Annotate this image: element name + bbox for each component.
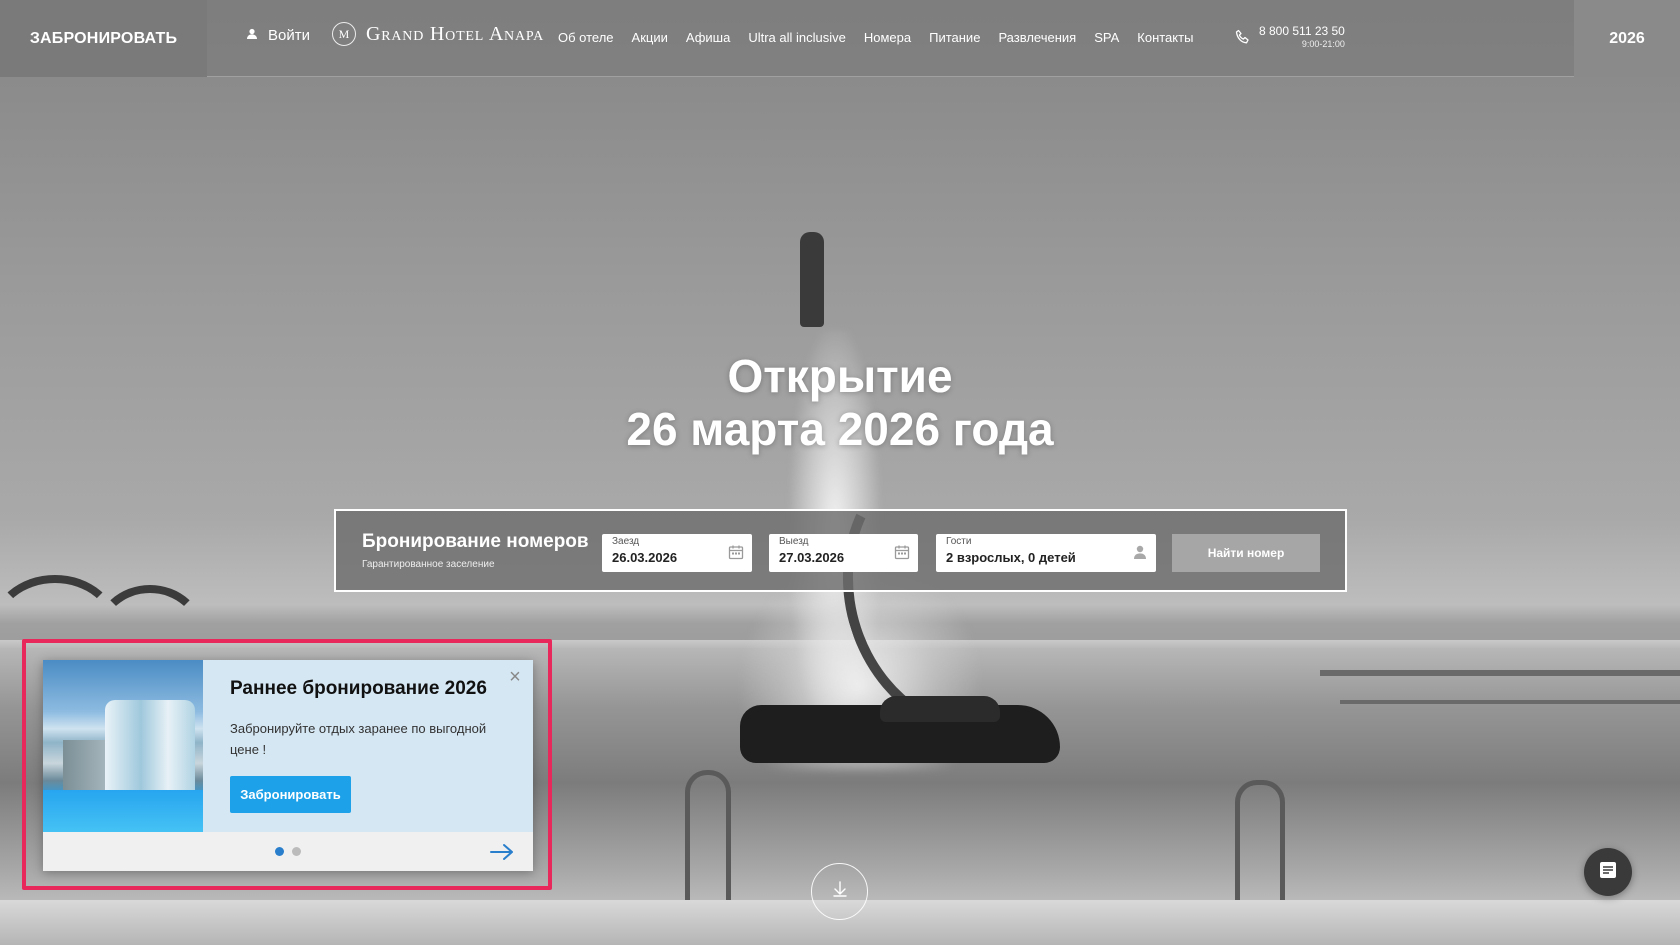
logo-text: Grand Hotel Anapa (366, 22, 545, 45)
photo-building (105, 700, 195, 795)
nav-item-contacts[interactable]: Контакты (1137, 30, 1193, 45)
arrow-right-icon[interactable] (489, 842, 515, 862)
nav-item-about[interactable]: Об отеле (558, 30, 614, 45)
checkin-value: 26.03.2026 (612, 550, 678, 565)
checkin-label: Заезд (612, 536, 640, 547)
slide-dot-2[interactable] (292, 847, 301, 856)
guests-label: Гости (946, 536, 972, 547)
user-icon (246, 27, 258, 44)
calendar-icon[interactable] (728, 544, 744, 560)
nav-item-rooms[interactable]: Номера (864, 30, 911, 45)
promo-book-button[interactable]: Забронировать (230, 776, 351, 813)
photo-pool (43, 790, 203, 832)
find-room-button[interactable]: Найти номер (1172, 534, 1320, 572)
slide-dots (275, 847, 301, 856)
login-label: Войти (268, 27, 310, 44)
arrow-down-icon (831, 880, 849, 903)
checkout-value: 27.03.2026 (779, 550, 845, 565)
pool-ladder (1235, 780, 1285, 910)
phone-hours: 9:00-21:00 (1301, 39, 1345, 49)
early-booking-popup: Раннее бронирование 2026 Забронируйте от… (43, 660, 533, 871)
chat-icon (1598, 860, 1618, 885)
booking-subtitle: Гарантированное заселение (362, 559, 495, 570)
nav-item-offers[interactable]: Акции (632, 30, 668, 45)
nav-item-dining[interactable]: Питание (929, 30, 980, 45)
pier-rail (1340, 700, 1680, 704)
booking-title: Бронирование номеров (362, 531, 589, 552)
calendar-icon[interactable] (894, 544, 910, 560)
checkin-field[interactable]: Заезд 26.03.2026 (602, 534, 752, 572)
main-nav: Об отеле Акции Афиша Ultra all inclusive… (558, 30, 1193, 45)
year-button[interactable]: 2026 (1574, 0, 1680, 77)
guests-field[interactable]: Гости 2 взрослых, 0 детей (936, 534, 1156, 572)
hero-headline: Открытие 26 марта 2026 года (440, 350, 1240, 456)
pool-ladder (685, 770, 731, 900)
chat-button[interactable] (1584, 848, 1632, 896)
book-now-button[interactable]: ЗАБРОНИРОВАТЬ (0, 0, 207, 77)
nav-item-spa[interactable]: SPA (1094, 30, 1119, 45)
close-icon[interactable]: × (505, 667, 525, 687)
phone-icon (1235, 29, 1251, 50)
slide-dot-1[interactable] (275, 847, 284, 856)
pier (1320, 670, 1680, 676)
promo-content: Раннее бронирование 2026 Забронируйте от… (43, 660, 533, 832)
logo-mark: M (332, 22, 356, 46)
headline-line-1: Открытие (727, 350, 953, 402)
scroll-down-button[interactable] (811, 863, 868, 920)
nav-item-entertainment[interactable]: Развлечения (998, 30, 1076, 45)
top-bar: ЗАБРОНИРОВАТЬ Войти M Grand Hotel Anapa … (0, 0, 1680, 77)
promo-text: Забронируйте отдых заранее по выгодной ц… (230, 721, 487, 757)
booking-widget: Бронирование номеров Гарантированное зас… (334, 509, 1347, 592)
guest-icon (1132, 544, 1148, 560)
login-link[interactable]: Войти (246, 27, 310, 44)
flyboard-rider (800, 232, 824, 327)
phone-number[interactable]: 8 800 511 23 50 (1259, 24, 1345, 38)
checkout-field[interactable]: Выезд 27.03.2026 (769, 534, 918, 572)
promo-title: Раннее бронирование 2026 (230, 678, 487, 699)
hotel-logo[interactable]: M Grand Hotel Anapa (332, 22, 544, 46)
phone-contact[interactable]: 8 800 511 23 50 9:00-21:00 (1235, 24, 1345, 50)
guests-value: 2 взрослых, 0 детей (946, 550, 1076, 565)
nav-item-events[interactable]: Афиша (686, 30, 730, 45)
headline-line-2: 26 марта 2026 года (626, 403, 1054, 455)
checkout-label: Выезд (779, 536, 809, 547)
hotel-photo (43, 660, 203, 832)
jetski-seat (880, 696, 1000, 722)
nav-item-ultra-all-inclusive[interactable]: Ultra all inclusive (748, 30, 846, 45)
